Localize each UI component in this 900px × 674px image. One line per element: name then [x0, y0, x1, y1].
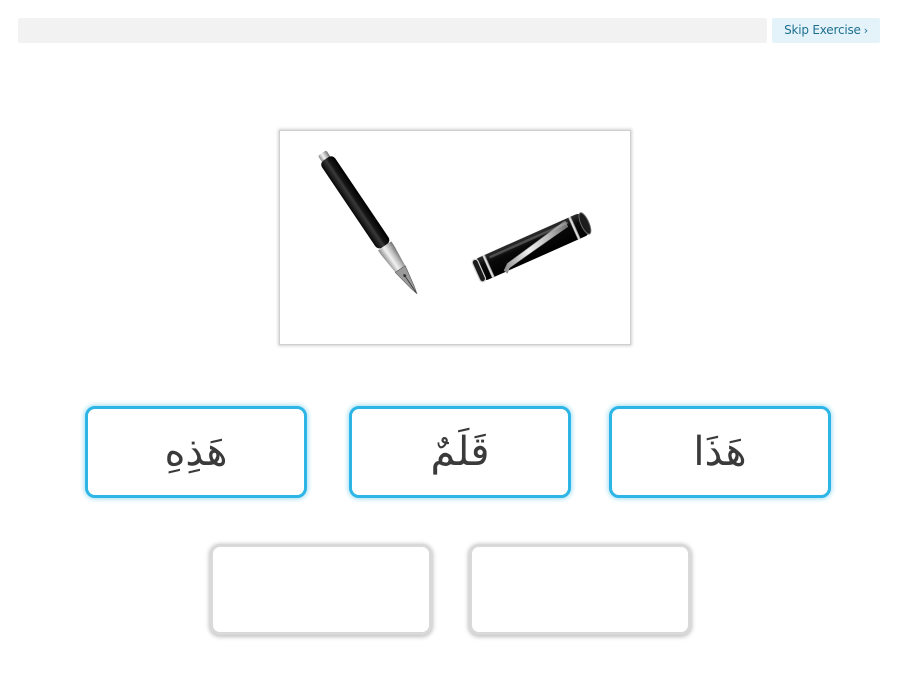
exercise-screen: Skip Exercise › هَذِهِ قَلَمٌ هَذَا [0, 0, 900, 674]
word-card[interactable]: قَلَمٌ [349, 406, 571, 498]
word-card[interactable]: هَذَا [609, 406, 831, 498]
skip-exercise-button[interactable]: Skip Exercise › [772, 18, 880, 43]
progress-bar [18, 18, 767, 43]
skip-exercise-label: Skip Exercise [784, 23, 861, 37]
chevron-right-icon: › [863, 24, 868, 37]
word-card[interactable]: هَذِهِ [85, 406, 307, 498]
answer-slot[interactable] [210, 544, 432, 635]
word-card-label: قَلَمٌ [430, 429, 490, 475]
fountain-pen-icon [318, 150, 592, 295]
word-card-label: هَذَا [693, 429, 747, 475]
exercise-picture [279, 130, 631, 345]
answer-slot[interactable] [469, 544, 691, 635]
word-card-label: هَذِهِ [164, 429, 228, 475]
